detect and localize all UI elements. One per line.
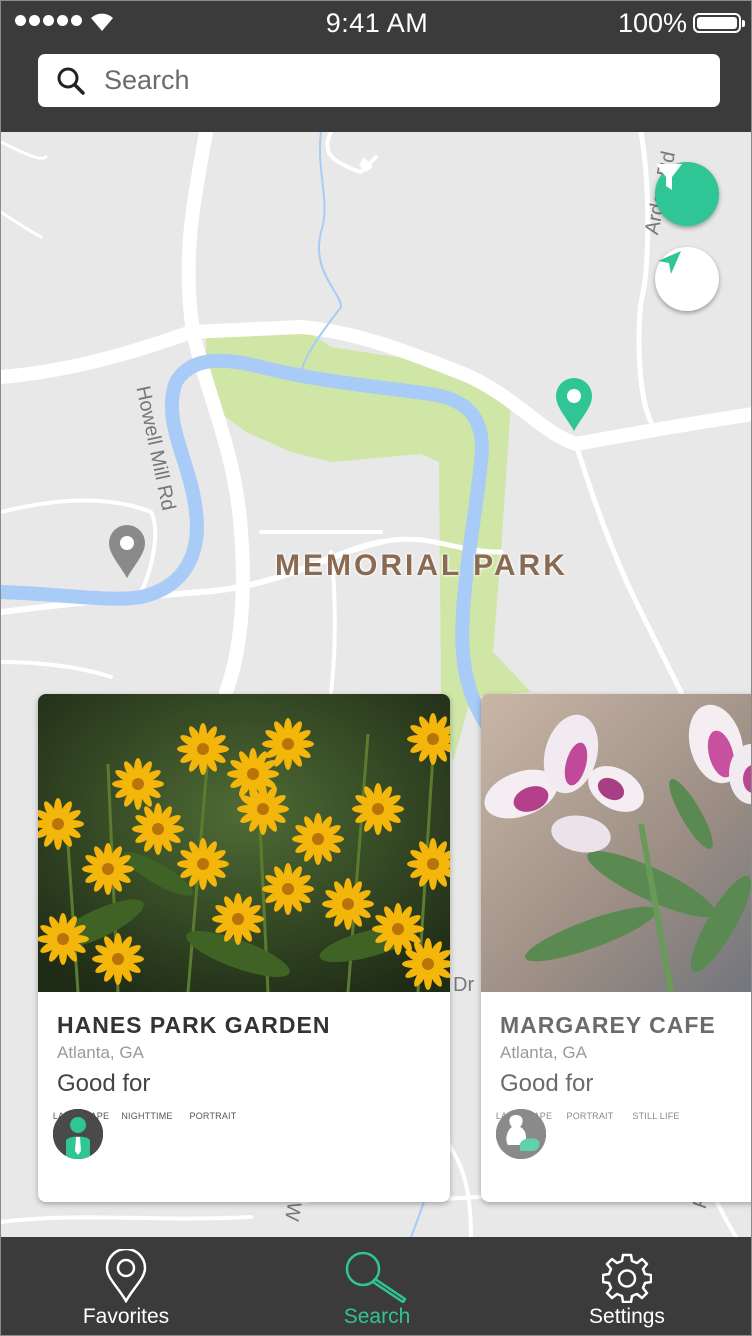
tab-bar: Favorites Search Settings <box>1 1237 751 1335</box>
tag-label: PORTRAIT <box>189 1111 237 1121</box>
tag-label: PORTRAIT <box>566 1111 614 1121</box>
tag-label: NIGHTTIME <box>121 1111 173 1121</box>
battery-percent: 100% <box>617 8 687 38</box>
still-life-icon <box>496 1109 546 1159</box>
my-location-button[interactable] <box>655 247 719 311</box>
location-card[interactable]: HANES PARK GARDEN Atlanta, GA Good for L… <box>38 694 450 1202</box>
search-input[interactable] <box>104 54 704 107</box>
tab-favorites[interactable]: Favorites <box>26 1237 226 1335</box>
card-location: Atlanta, GA <box>500 1043 587 1062</box>
tab-settings[interactable]: Settings <box>527 1237 727 1335</box>
card-title: MARGAREY CAFE <box>500 1012 716 1038</box>
tag-still-life: STILL LIFE <box>496 1109 684 1159</box>
search-icon <box>57 67 85 95</box>
app-screen: 9:41 AM 100% Search MEMORIAL PARK Howell… <box>0 0 752 1336</box>
good-for-label: Good for <box>57 1070 151 1097</box>
filter-icon <box>656 164 682 190</box>
card-location: Atlanta, GA <box>57 1043 144 1062</box>
location-photo <box>481 694 751 992</box>
status-bar: 9:41 AM 100% <box>1 1 751 45</box>
tag-list: LANDSCAPE NIGHTTIME <box>53 1109 241 1159</box>
location-pin[interactable] <box>107 524 147 580</box>
map-pin-icon <box>105 1249 147 1303</box>
good-for-label: Good for <box>500 1070 594 1097</box>
tag-nighttime: NIGHTTIME <box>53 1109 175 1159</box>
tag-portrait: PORTRAIT <box>53 1109 241 1159</box>
tag-label: STILL LIFE <box>632 1111 680 1121</box>
header: 9:41 AM 100% <box>1 1 751 132</box>
road-label-w: W <box>280 1200 305 1223</box>
location-card[interactable]: MARGAREY CAFE Atlanta, GA Good for LANDS… <box>481 694 751 1202</box>
map-view[interactable]: MEMORIAL PARK Howell Mill Rd Arden Rd Dr… <box>1 132 751 1237</box>
card-title: HANES PARK GARDEN <box>57 1012 331 1038</box>
road-label-dr: Dr <box>453 974 475 996</box>
park-label: MEMORIAL PARK <box>275 549 568 582</box>
location-photo <box>38 694 450 992</box>
search-icon <box>345 1251 407 1303</box>
tab-label: Favorites <box>82 1305 170 1328</box>
tag-portrait: PORTRAIT <box>496 1109 618 1159</box>
navigation-arrow-icon <box>658 251 681 274</box>
filter-button[interactable] <box>655 162 719 226</box>
portrait-icon <box>53 1109 103 1159</box>
tab-label: Search <box>343 1305 411 1328</box>
tab-search[interactable]: Search <box>277 1237 477 1335</box>
battery-icon <box>693 13 745 33</box>
tab-label: Settings <box>589 1305 665 1328</box>
tag-list: LANDSCAPE PORTRAIT <box>496 1109 684 1159</box>
location-pin-selected[interactable] <box>554 377 594 433</box>
gear-icon <box>602 1253 652 1303</box>
search-bar[interactable] <box>38 54 720 107</box>
